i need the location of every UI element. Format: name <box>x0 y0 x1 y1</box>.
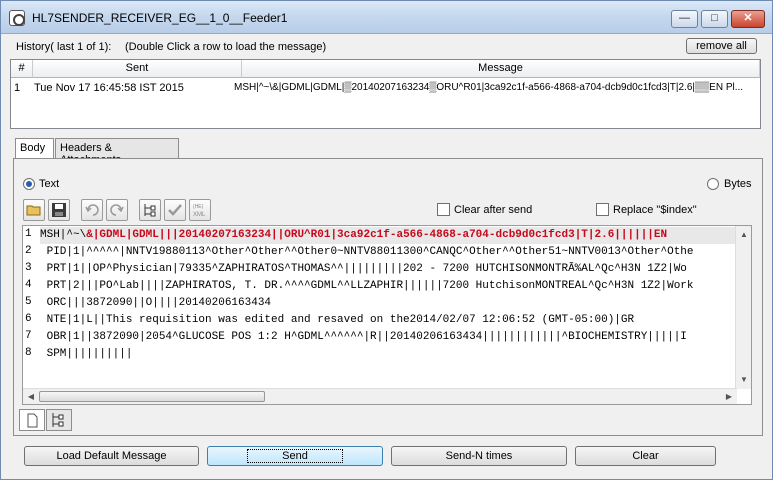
code-line[interactable]: OBR|1||3872090|2054^GLUCOSE POS 1:2 H^GD… <box>40 329 740 346</box>
load-default-message-button[interactable]: Load Default Message <box>24 446 199 466</box>
column-header-message[interactable]: Message <box>242 60 760 78</box>
message-editor[interactable]: 1 2 3 4 5 6 7 8 MSH|^~\&|GDML|GDML|||201… <box>22 225 752 405</box>
replace-index-label: Replace "$index" <box>613 204 697 216</box>
history-table: # Sent Message 1 Tue Nov 17 16:45:58 IST… <box>10 59 761 129</box>
line-number: 6 <box>25 313 32 325</box>
line-number: 7 <box>25 330 32 342</box>
send-button[interactable]: Send <box>207 446 383 466</box>
bytes-format-radio[interactable] <box>707 178 719 190</box>
text-view-icon[interactable] <box>19 409 45 431</box>
code-line[interactable]: PID|1|^^^^^|NNTV19880113^Other^Other^^Ot… <box>40 244 740 261</box>
tab-headers-attachments[interactable]: Headers & Attachments <box>55 138 179 166</box>
replace-index-checkbox[interactable] <box>596 203 609 216</box>
line-number: 3 <box>25 262 32 274</box>
bytes-format-label: Bytes <box>724 178 752 190</box>
row-message: MSH|^~\&|GDML|GDML|▒20140207163234▒ORU^R… <box>234 82 744 93</box>
window-title: HL7SENDER_RECEIVER_EG__1_0__Feeder1 <box>32 11 288 25</box>
xml-icon-label: XML <box>193 212 206 218</box>
tree-view-tab-icon[interactable] <box>46 409 72 431</box>
close-button[interactable]: ✕ <box>731 10 765 28</box>
code-line[interactable]: MSH|^~\&|GDML|GDML|||20140207163234||ORU… <box>40 227 740 244</box>
history-label: History( last 1 of 1): <box>16 41 112 53</box>
remove-all-button[interactable]: remove all <box>686 38 757 54</box>
msh-highlight: &|GDML|GDML|||20140207163234||ORU^R01|3c… <box>86 229 668 241</box>
title-bar[interactable]: HL7SENDER_RECEIVER_EG__1_0__Feeder1 — □ … <box>1 1 772 34</box>
svg-text:(HE): (HE) <box>193 204 204 210</box>
line-number: 5 <box>25 296 32 308</box>
scroll-right-icon[interactable]: ▶ <box>722 390 736 404</box>
row-index: 1 <box>14 82 21 94</box>
send-button-label: Send <box>247 449 343 463</box>
code-line[interactable]: ORC|||3872090||O||||20140206163434 <box>40 295 740 312</box>
maximize-button[interactable]: □ <box>701 10 728 28</box>
code-line[interactable]: NTE|1|L||This requisition was edited and… <box>40 312 740 329</box>
column-header-sent[interactable]: Sent <box>33 60 242 78</box>
application-window: HL7SENDER_RECEIVER_EG__1_0__Feeder1 — □ … <box>0 0 773 480</box>
line-number: 2 <box>25 245 32 257</box>
line-number: 8 <box>25 347 32 359</box>
history-hint: (Double Click a row to load the message) <box>125 41 327 53</box>
open-folder-icon[interactable] <box>23 199 45 221</box>
scroll-down-icon[interactable]: ▼ <box>737 373 751 387</box>
undo-icon[interactable] <box>81 199 103 221</box>
code-line[interactable]: PRT|1||OP^Physician|79335^ZAPHIRATOS^THO… <box>40 261 740 278</box>
code-line[interactable]: SPM|||||||||| <box>40 346 740 363</box>
row-sent: Tue Nov 17 16:45:58 IST 2015 <box>34 82 184 94</box>
tree-view-icon[interactable] <box>139 199 161 221</box>
horizontal-scroll-thumb[interactable] <box>39 391 265 402</box>
app-icon <box>9 10 25 26</box>
vertical-scrollbar[interactable]: ▲ ▼ <box>735 226 751 389</box>
scroll-left-icon[interactable]: ◀ <box>24 390 38 404</box>
clear-button[interactable]: Clear <box>575 446 716 466</box>
line-number-gutter: 1 2 3 4 5 6 7 8 <box>23 226 38 389</box>
validate-check-icon[interactable] <box>164 199 186 221</box>
text-format-radio[interactable] <box>23 178 35 190</box>
horizontal-scrollbar[interactable]: ◀ ▶ <box>23 388 737 404</box>
minimize-button[interactable]: — <box>671 10 698 28</box>
line-number: 1 <box>25 228 32 240</box>
scroll-up-icon[interactable]: ▲ <box>737 228 751 242</box>
redo-icon[interactable] <box>106 199 128 221</box>
clear-after-send-checkbox[interactable] <box>437 203 450 216</box>
column-header-index[interactable]: # <box>11 60 33 78</box>
text-format-label: Text <box>39 178 60 190</box>
send-n-times-button[interactable]: Send-N times <box>391 446 567 466</box>
line-number: 4 <box>25 279 32 291</box>
msh-prefix: MSH|^~\ <box>40 229 87 241</box>
save-icon[interactable] <box>48 199 70 221</box>
code-line[interactable]: PRT|2|||PO^Lab||||ZAPHIRATOS, T. DR.^^^^… <box>40 278 740 295</box>
clear-after-send-label: Clear after send <box>454 204 533 216</box>
tab-body[interactable]: Body <box>15 138 54 160</box>
xml-convert-icon[interactable]: (HE) XML <box>189 199 211 221</box>
